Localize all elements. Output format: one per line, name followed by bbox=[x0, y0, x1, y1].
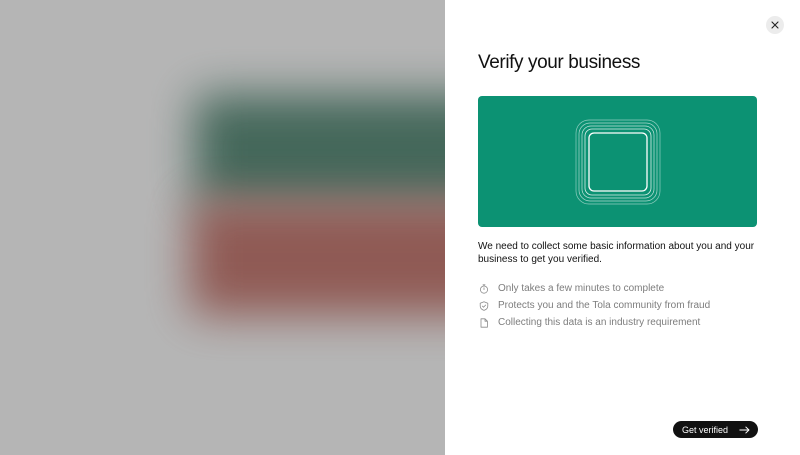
close-button[interactable] bbox=[766, 16, 784, 34]
document-icon bbox=[480, 317, 488, 328]
shield-check-icon bbox=[479, 300, 489, 311]
benefits-list: Only takes a few minutes to complete Pro… bbox=[479, 280, 710, 331]
get-verified-button[interactable]: Get verified bbox=[673, 421, 758, 438]
blurred-background bbox=[0, 0, 445, 455]
benefit-item-requirement: Collecting this data is an industry requ… bbox=[479, 314, 710, 331]
page-title: Verify your business bbox=[478, 52, 641, 73]
get-verified-label: Get verified bbox=[682, 424, 729, 435]
concentric-squares-icon bbox=[575, 119, 660, 204]
arrow-right-icon bbox=[739, 426, 750, 433]
benefit-item-time: Only takes a few minutes to complete bbox=[479, 280, 710, 297]
close-icon bbox=[771, 21, 779, 29]
benefit-text: Protects you and the Tola community from… bbox=[498, 300, 711, 311]
intro-text: We need to collect some basic informatio… bbox=[478, 241, 755, 265]
benefit-text: Collecting this data is an industry requ… bbox=[498, 317, 701, 328]
hero-illustration bbox=[478, 96, 757, 227]
benefit-text: Only takes a few minutes to complete bbox=[498, 283, 665, 294]
stopwatch-icon bbox=[480, 283, 488, 294]
benefit-item-fraud: Protects you and the Tola community from… bbox=[479, 297, 710, 314]
blurred-green-card bbox=[195, 95, 445, 205]
blurred-red-card bbox=[190, 200, 445, 315]
